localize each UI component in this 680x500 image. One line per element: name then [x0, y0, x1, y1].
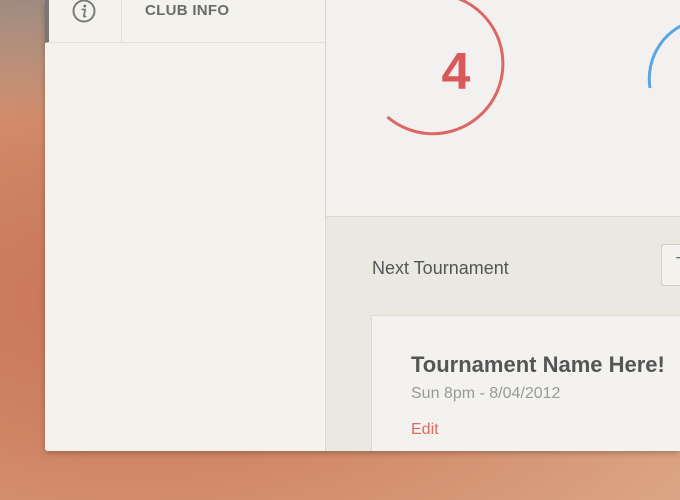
header-action-button[interactable]: T — [661, 244, 680, 286]
header-action-glyph: T — [676, 255, 680, 273]
sidebar-item-club-info[interactable]: CLUB INFO — [45, 0, 325, 43]
tournament-name: Tournament Name Here! — [411, 352, 665, 377]
tournament-date: Sun 8pm - 8/04/2012 — [411, 385, 561, 402]
tournament-card: Tournament Name Here! Sun 8pm - 8/04/201… — [371, 315, 680, 451]
sidebar-icon-cell — [49, 0, 122, 43]
stats-panel: 4 — [326, 0, 680, 217]
next-tournament-panel: Next Tournament T Tournament Name Here! … — [326, 217, 680, 451]
counter-value: 4 — [441, 43, 471, 101]
secondary-counter-ring — [647, 24, 680, 89]
sidebar: CLUB INFO — [45, 0, 326, 451]
app-window: CLUB INFO 4 Next Tournament T Tournament… — [45, 0, 680, 451]
edit-link[interactable]: Edit — [411, 421, 439, 439]
section-title: Next Tournament — [372, 258, 509, 278]
sidebar-item-label: CLUB INFO — [145, 2, 230, 19]
info-icon — [72, 0, 96, 23]
